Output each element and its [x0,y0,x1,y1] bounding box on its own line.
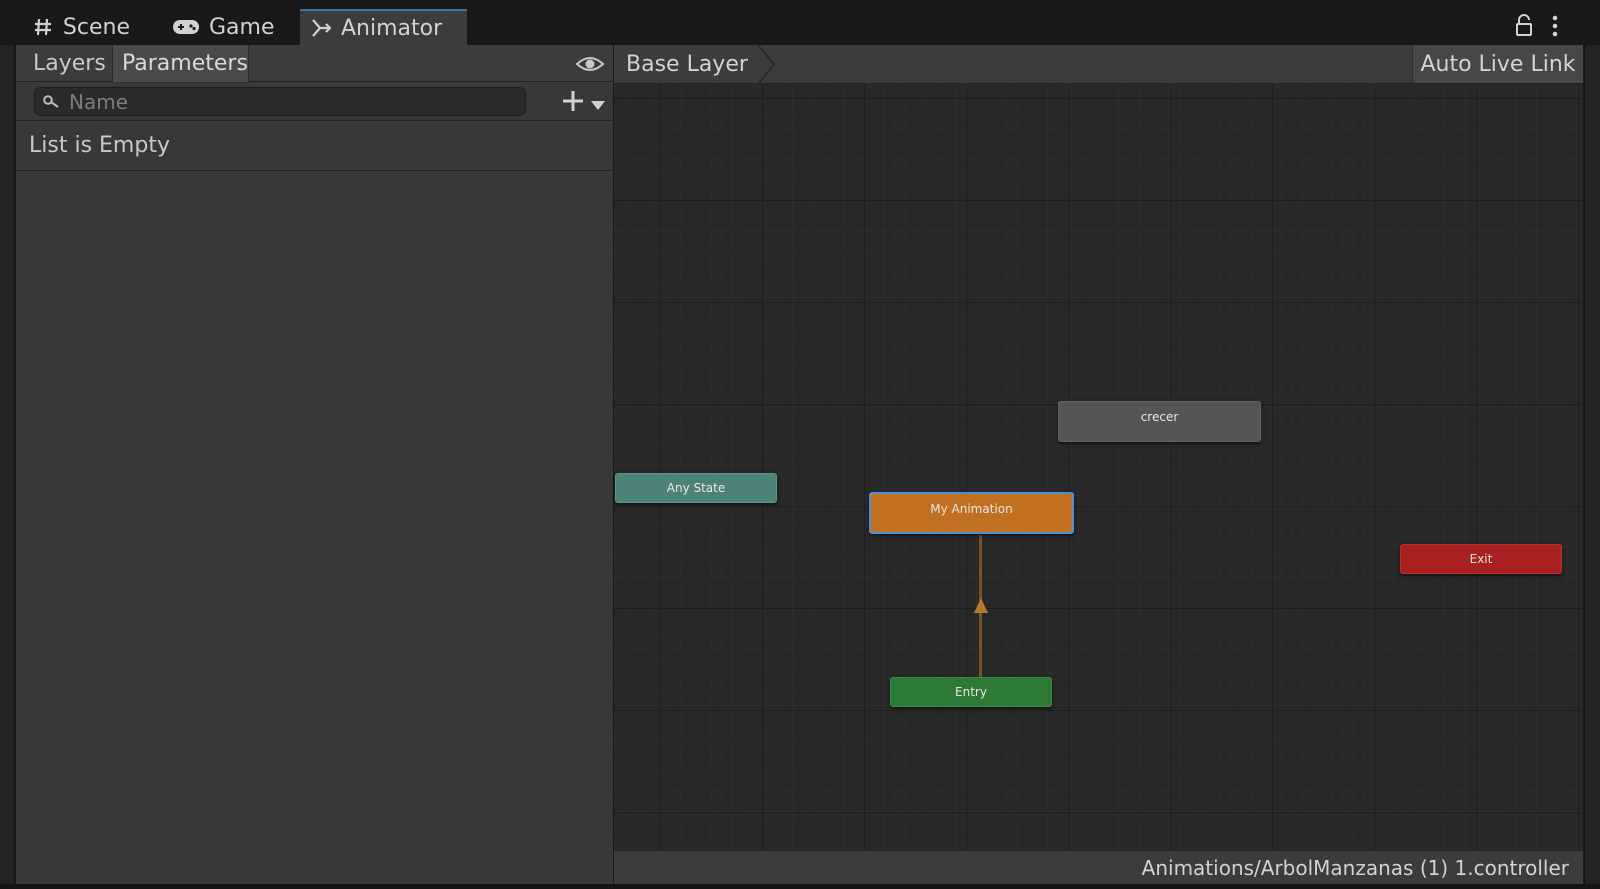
chevron-down-icon[interactable] [591,96,605,110]
empty-list-message: List is Empty [29,133,170,158]
state-label: Entry [955,685,987,699]
state-label: Any State [666,481,726,495]
tab-layers-label: Layers [33,51,106,76]
auto-live-link-label: Auto Live Link [1420,51,1576,77]
eye-icon[interactable] [575,53,605,75]
state-crecer[interactable]: crecer [1058,401,1261,442]
search-input[interactable]: Name [34,87,526,116]
bottom-edge [0,884,1600,889]
tab-game[interactable]: Game [162,9,280,45]
auto-live-link-button[interactable]: Auto Live Link [1412,45,1583,83]
search-placeholder: Name [69,89,129,114]
tab-parameters[interactable]: Parameters [113,45,249,82]
state-my-animation[interactable]: My Animation [869,492,1074,534]
left-dock-strip [0,45,15,885]
breadcrumb-separator-icon [756,44,776,85]
controller-path: Animations/ArbolManzanas (1) 1.controlle… [1141,855,1569,880]
tab-layers[interactable]: Layers [24,45,113,82]
kebab-menu-icon[interactable] [1548,14,1562,38]
state-entry[interactable]: Entry [890,677,1052,707]
lock-icon[interactable] [1514,14,1534,38]
search-icon [42,93,60,111]
tab-parameters-label: Parameters [122,51,248,76]
controller-path-bar: Animations/ArbolManzanas (1) 1.controlle… [614,850,1583,884]
hash-icon [32,16,54,38]
state-exit[interactable]: Exit [1400,544,1562,574]
state-label: Exit [1469,552,1493,566]
tab-animator[interactable]: Animator [300,9,467,45]
state-label: My Animation [930,502,1013,516]
breadcrumb-base-layer[interactable]: Base Layer [614,45,748,84]
state-machine-graph[interactable] [614,84,1583,850]
gamepad-icon [172,16,200,38]
state-label: crecer [1140,410,1179,424]
tab-scene[interactable]: Scene [22,9,140,45]
tab-label: Game [209,14,275,40]
transition-arrow[interactable] [974,535,988,678]
state-any-state[interactable]: Any State [615,473,777,503]
animator-icon [310,17,332,39]
right-dock-strip [1584,45,1600,885]
add-parameter-icon[interactable] [561,89,585,113]
tab-label: Animator [341,15,443,41]
tab-label: Scene [62,14,130,40]
